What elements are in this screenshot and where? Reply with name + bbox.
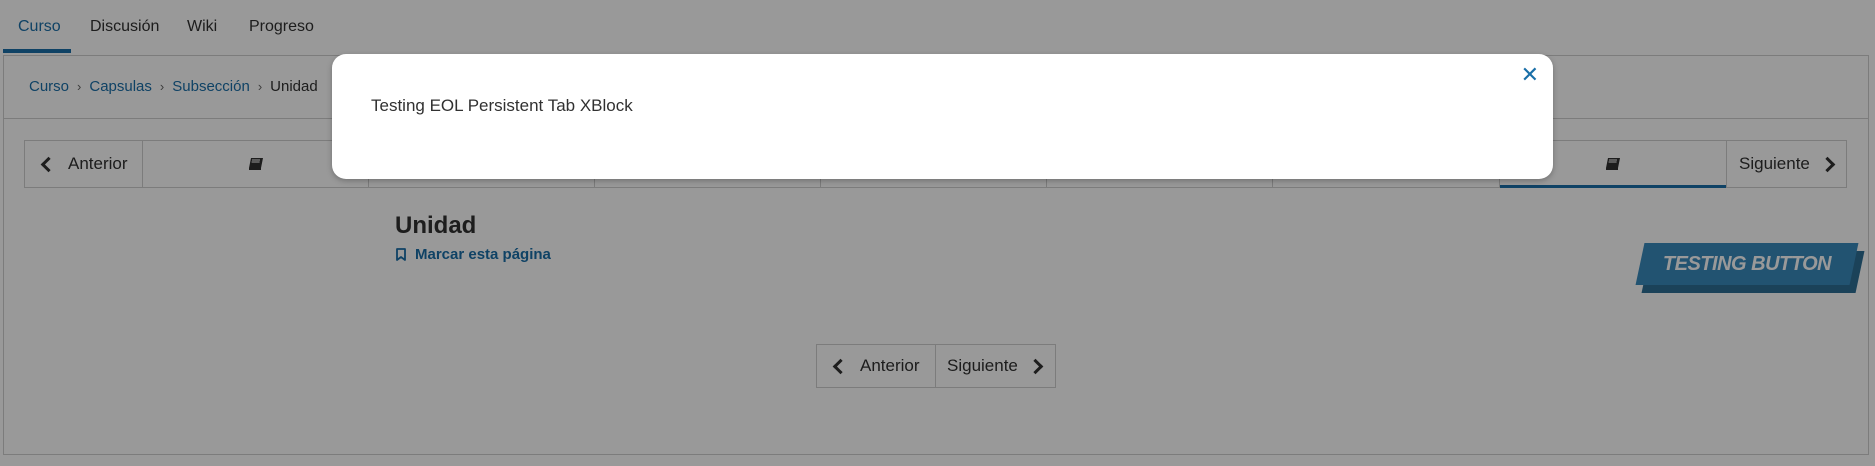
modal-message: Testing EOL Persistent Tab XBlock <box>371 96 633 115</box>
modal-dialog: Testing EOL Persistent Tab XBlock ✕ <box>332 54 1553 179</box>
close-icon[interactable]: ✕ <box>1521 64 1539 86</box>
